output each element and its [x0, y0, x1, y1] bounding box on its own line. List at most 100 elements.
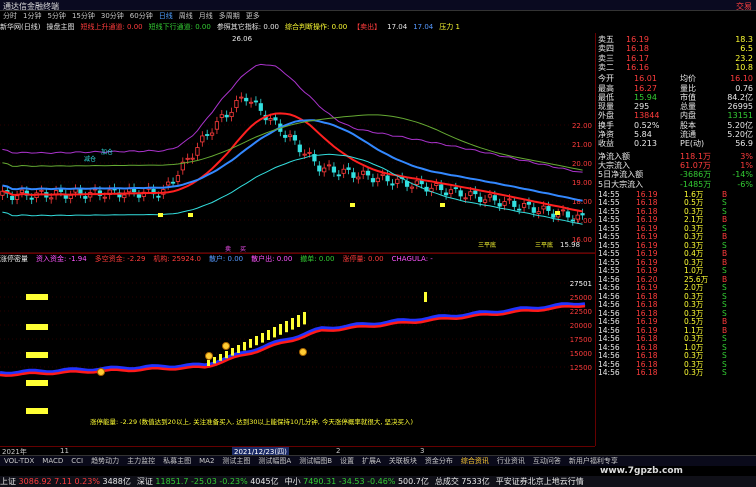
smiley-icon: [222, 342, 230, 350]
candle-body: [175, 175, 181, 182]
candle-body: [370, 178, 376, 183]
candle-body: [551, 213, 556, 218]
period-tab-5[interactable]: 60分钟: [130, 11, 153, 22]
period-tab-8[interactable]: 月线: [199, 11, 213, 22]
money-flow-row: 5日大宗流入 -1485万 -6%: [598, 179, 753, 189]
candle-body: [156, 195, 161, 198]
candle-body: [380, 173, 385, 176]
legend-item-9: 压力 1: [439, 23, 460, 31]
period-toolbar: 分时 1分钟 5分钟 15分钟 30分钟 60分钟 日线 周线 月线 多周期 更多: [0, 11, 430, 22]
candle-body: [473, 190, 478, 195]
index-quote-1[interactable]: 深证 11851.7 -25.03 -0.23% 4045亿: [137, 476, 279, 487]
indicator-tab-4[interactable]: 主力监控: [127, 457, 155, 465]
period-tab-9[interactable]: 多周期: [219, 11, 240, 22]
trade-button[interactable]: 交易: [736, 1, 752, 12]
money-flow-row: 大宗流入 61.07万 1%: [598, 160, 753, 170]
candle-body: [356, 176, 361, 180]
tick-row: 14:55 16.19 0.3万 B: [598, 257, 728, 267]
candle-body: [365, 170, 371, 176]
energy-spike: [249, 339, 252, 348]
volume-block: [26, 380, 48, 386]
candle-body: [268, 118, 273, 121]
info-tab-6[interactable]: 新用户福利专享: [569, 457, 618, 465]
signal-marker: [158, 213, 163, 217]
legend-item-4: 参照其它指标: 0.00: [216, 23, 279, 31]
energy-spike: [303, 312, 306, 325]
info-tab-5[interactable]: 互动问答: [533, 457, 561, 465]
sub-indicator-chart[interactable]: 27501 25000 22500 20000 17500 15000 12500 涨停能量:…: [0, 264, 595, 446]
candle-body: [14, 195, 20, 200]
info-tab-1[interactable]: 关联板块: [389, 457, 417, 465]
money-flow-row: 净流入额 118.1万 3%: [598, 151, 753, 161]
index-quote-2[interactable]: 中小 7490.31 -34.53 -0.46% 500.7亿: [285, 476, 429, 487]
info-tab-4[interactable]: 行业资讯: [497, 457, 525, 465]
energy-spike: [231, 348, 234, 356]
legend-item-0: 新华网(日线): [0, 23, 41, 31]
candle-body: [170, 181, 176, 184]
indicator-tab-7[interactable]: 测试主图: [222, 457, 250, 465]
info-tab-3[interactable]: 综合资讯: [461, 457, 489, 465]
candle-body: [258, 103, 263, 111]
candle-body: [166, 181, 171, 186]
indicator-note: 涨停能量: -2.29 (数值达到20以上, 关注准备买入, 达到30以上能保持…: [90, 417, 413, 426]
energy-spike: [424, 292, 427, 302]
candle-body: [560, 209, 566, 212]
candle-body: [83, 196, 88, 199]
signal-marker: [350, 203, 355, 207]
indicator-tab-8[interactable]: 测试幅图A: [258, 457, 291, 465]
indicator-tab-10[interactable]: 设置: [340, 457, 354, 465]
volume-block: [26, 294, 48, 300]
indicator-tab-0[interactable]: VOL-TDX: [4, 457, 34, 465]
period-tab-6[interactable]: 日线: [159, 11, 173, 22]
sub-indicator-panel[interactable]: 27501 25000 22500 20000 17500 15000 12500 涨停能量:…: [0, 264, 595, 446]
period-tab-4[interactable]: 30分钟: [101, 11, 124, 22]
candle-body: [331, 166, 337, 173]
candle-body: [29, 197, 34, 200]
index-quote-3[interactable]: 总成交 7533亿: [435, 476, 490, 487]
quote-stat-row: 换手 0.52% 股本 5.20亿: [598, 120, 753, 130]
kline-chart[interactable]: 22.0021.0020.0019.0018.0017.0016.0026.06…: [0, 33, 595, 253]
period-tab-3[interactable]: 15分钟: [72, 11, 95, 22]
indicator-tab-5[interactable]: 私募主图: [163, 457, 191, 465]
tick-row: 14:56 16.18 0.3万 S: [598, 351, 727, 361]
sub-legend-item-7: 涨停量: 0.00: [342, 255, 384, 263]
energy-spike: [291, 318, 294, 330]
period-tab-1[interactable]: 1分钟: [23, 11, 41, 22]
candle-body: [39, 189, 44, 192]
period-tab-10[interactable]: 更多: [246, 11, 260, 22]
period-tab-0[interactable]: 分时: [3, 11, 17, 22]
chart-annotation: 买: [240, 245, 246, 253]
info-tab-2[interactable]: 资金分布: [425, 457, 453, 465]
candle-body: [531, 207, 536, 213]
indicator-tab-9[interactable]: 测试幅图B: [299, 457, 332, 465]
indicator-tab-2[interactable]: CCI: [71, 457, 83, 465]
candle-body: [458, 190, 463, 197]
index-quote-0[interactable]: 上证 3086.92 7.11 0.23% 3488亿: [0, 476, 131, 487]
candle-body: [341, 168, 346, 174]
tick-row: 14:56 16.19 1.1万 B: [598, 325, 728, 335]
period-tab-2[interactable]: 5分钟: [47, 11, 65, 22]
sub-tick-label: 12500: [570, 364, 592, 372]
indicator-tab-6[interactable]: MA2: [199, 457, 214, 465]
price-tick-label: 20.00: [572, 160, 592, 168]
sub-legend-item-4: 散户: 0.00: [208, 255, 244, 263]
tick-row: 14:55 16.19 1.0万 S: [598, 266, 727, 276]
signal-marker: [555, 211, 560, 215]
orderbook-row: 卖五 16.19 18.3: [598, 35, 753, 44]
chart-annotation: 减仓: [84, 155, 96, 163]
kline-chart-panel[interactable]: 22.00 21.00 20.00 19.00 18.00 17.00 16.00 26.06…: [0, 33, 595, 253]
indicator-tab-3[interactable]: 趋势动力: [91, 457, 119, 465]
low-price-label: 15.98: [560, 241, 580, 249]
sub-tick-label: 15000: [570, 350, 592, 358]
quote-stat-row: 净资 5.84 流通 5.20亿: [598, 130, 753, 139]
period-tab-7[interactable]: 周线: [179, 11, 193, 22]
tick-row: 14:55 16.18 0.5万 S: [598, 198, 727, 208]
orderbook-row: 卖二 16.16 10.8: [598, 62, 753, 72]
indicator-tab-1[interactable]: MACD: [42, 457, 63, 465]
candle-body: [209, 132, 215, 136]
candle-body: [385, 175, 390, 182]
tick-row: 14:56 16.18 0.3万 S: [598, 300, 727, 310]
candle-body: [390, 183, 395, 186]
candle-body: [375, 177, 380, 183]
info-tab-0[interactable]: 扩展A: [362, 457, 381, 465]
